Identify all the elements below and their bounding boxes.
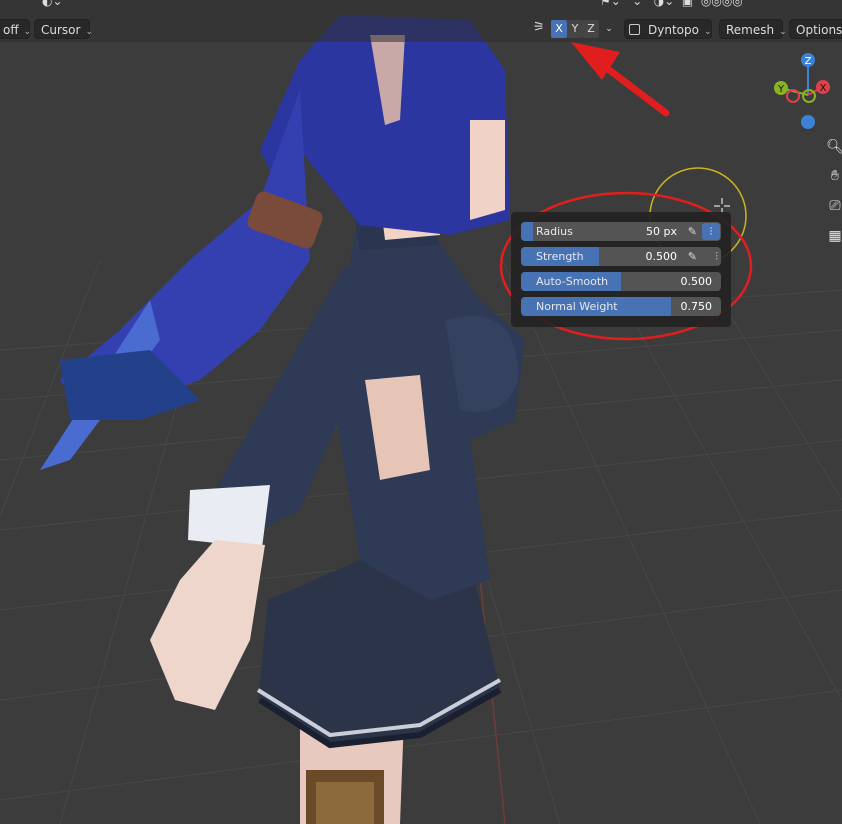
snap-label: off — [3, 23, 19, 37]
character-model — [40, 15, 525, 824]
gizmo-z-label: Z — [805, 56, 812, 67]
checkbox-icon[interactable] — [629, 24, 640, 35]
brush-settings-popup: Radius 50 px ✎ ⫶ Strength 0.500 ✎ ⫶ Auto… — [511, 212, 731, 327]
pivot-label: Cursor — [41, 23, 81, 37]
pivot-dropdown[interactable]: Cursor ⌄ — [34, 19, 93, 39]
overlay-icon[interactable]: ◐⌄ — [42, 0, 63, 8]
remesh-label: Remesh — [726, 23, 775, 37]
symmetry-icon: ⚞ — [533, 20, 545, 35]
hand-icon[interactable]: ✋︎ — [822, 163, 842, 189]
grid-icon[interactable]: ▦ — [822, 223, 842, 249]
pressure-icon[interactable]: ✎ — [688, 222, 697, 241]
top-cutoff-toolbar: ◐⌄ ⚑⌄ ⌄ ◑⌄ ▣ ◎◎◎◎ — [0, 0, 842, 10]
radius-label: Radius — [536, 225, 573, 238]
navigation-gizmo[interactable]: Z Y X — [774, 53, 830, 129]
strength-slider[interactable]: Strength 0.500 ✎ ⫶ — [521, 247, 721, 266]
gizmo-x-label: X — [820, 83, 827, 94]
radius-slider-fill — [521, 222, 533, 241]
symmetry-options-dropdown[interactable]: ⌄ — [601, 20, 617, 38]
normal-weight-slider[interactable]: Normal Weight 0.750 — [521, 297, 721, 316]
gizmo-y-label: Y — [777, 84, 785, 95]
options-label: Options — [796, 23, 842, 37]
annotation-arrow — [571, 42, 670, 117]
normal-weight-value: 0.750 — [680, 300, 713, 313]
remesh-dropdown[interactable]: Remesh ⌄ — [719, 19, 787, 39]
normal-weight-label: Normal Weight — [536, 300, 618, 313]
strength-label: Strength — [536, 250, 584, 263]
shading-icons[interactable]: ⚑⌄ ⌄ ◑⌄ ▣ ◎◎◎◎ — [600, 0, 743, 8]
radius-slider[interactable]: Radius 50 px ✎ ⫶ — [521, 222, 721, 241]
lock-icon[interactable]: ⫶ — [702, 223, 720, 240]
chevron-down-icon: ⌄ — [703, 27, 712, 37]
dyntopo-dropdown[interactable]: Dyntopo ⌄ — [624, 19, 712, 39]
pressure-icon[interactable]: ✎ — [688, 247, 697, 266]
options-dropdown[interactable]: Options — [789, 19, 842, 39]
auto-smooth-value: 0.500 — [680, 275, 713, 288]
camera-icon[interactable]: ⎚ — [822, 193, 842, 219]
auto-smooth-slider[interactable]: Auto-Smooth 0.500 — [521, 272, 721, 291]
symmetry-x-toggle[interactable]: X — [551, 20, 567, 38]
zoom-icon[interactable]: 🔍︎ — [822, 134, 842, 160]
chevron-down-icon: ⌄ — [779, 27, 787, 37]
snap-dropdown[interactable]: off ⌄ — [0, 19, 32, 39]
3d-viewport[interactable]: Z Y X — [0, 0, 842, 824]
chevron-down-icon: ⌄ — [85, 27, 93, 37]
auto-smooth-label: Auto-Smooth — [536, 275, 609, 288]
symmetry-z-toggle[interactable]: Z — [583, 20, 599, 38]
symmetry-y-toggle[interactable]: Y — [567, 20, 583, 38]
dyntopo-label: Dyntopo — [648, 23, 699, 37]
chevron-down-icon: ⌄ — [23, 27, 32, 37]
radius-value: 50 px — [646, 225, 677, 238]
lock-icon[interactable]: ⫶ — [715, 247, 718, 266]
strength-value: 0.500 — [645, 250, 678, 263]
